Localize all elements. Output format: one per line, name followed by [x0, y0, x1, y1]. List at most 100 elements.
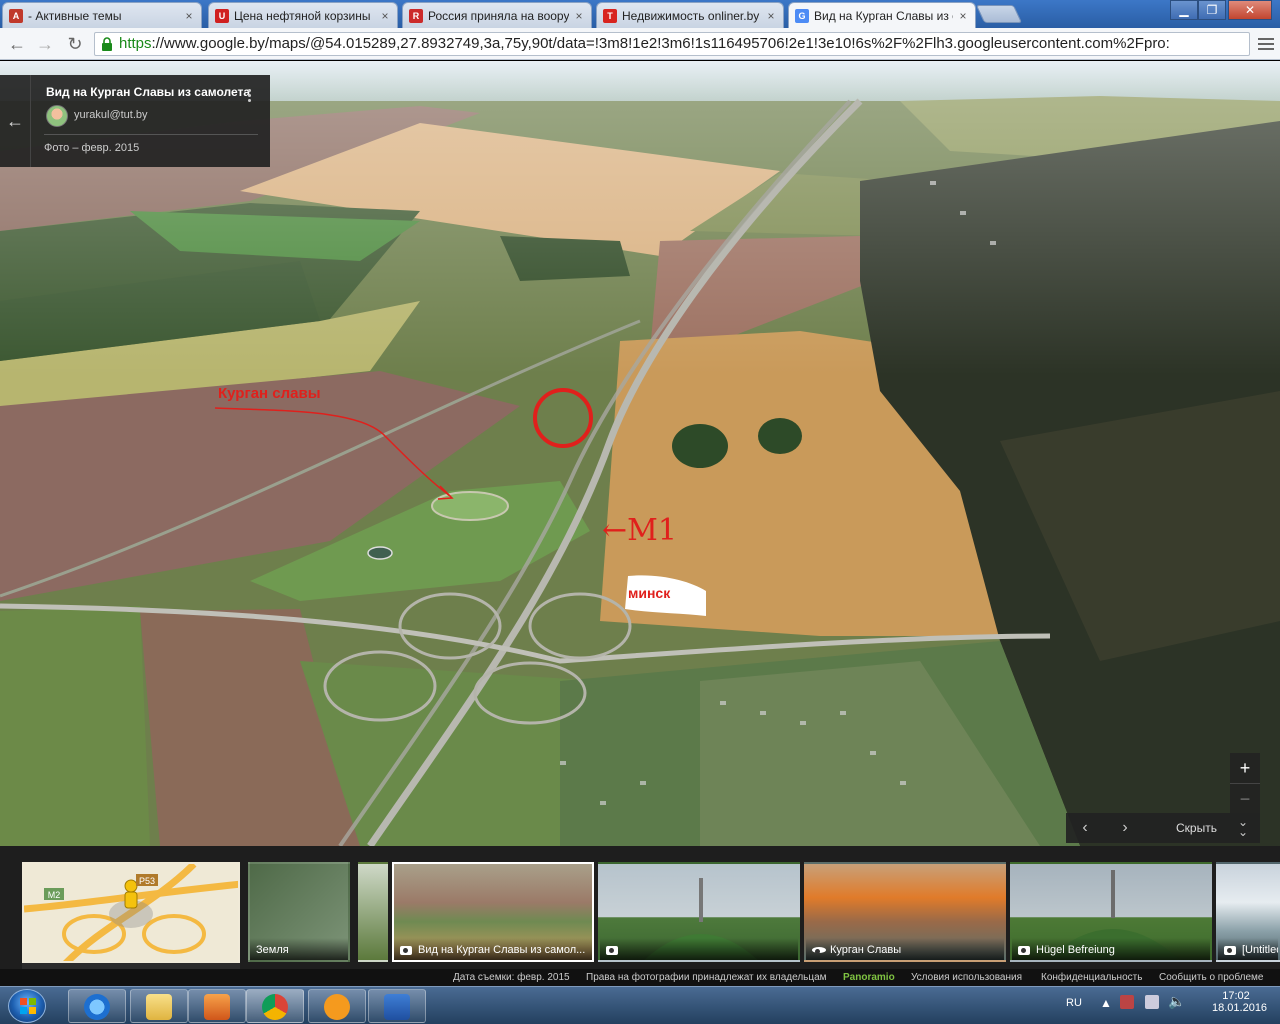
- volume-icon[interactable]: 🔈: [1168, 993, 1185, 1010]
- tray-arrow-icon[interactable]: ▲: [1100, 996, 1112, 1010]
- road-badge-p53: P53: [139, 876, 155, 886]
- windows-taskbar: RU ▲ 🔈 17:02 18.01.2016: [0, 986, 1280, 1024]
- more-options-icon[interactable]: [248, 87, 252, 104]
- thumb-label: [600, 938, 798, 960]
- tab-onliner[interactable]: T Недвижимость onliner.by ×: [596, 2, 784, 28]
- photo-navigation: ‹ › Скрыть ⌄ ⌄: [1066, 813, 1260, 843]
- zoom-in-button[interactable]: +: [1230, 753, 1260, 783]
- report-problem-link[interactable]: Сообщить о проблеме: [1159, 972, 1263, 983]
- clock[interactable]: 17:02 18.01.2016: [1212, 990, 1267, 1014]
- aerial-photo-view[interactable]: ← Вид на Курган Славы из самолета yuraku…: [0, 61, 1280, 846]
- clock-time: 17:02: [1222, 990, 1250, 1002]
- thumb-label: Курган Славы: [806, 938, 1004, 960]
- aerial-photo[interactable]: [0, 61, 1280, 846]
- camera-icon: [606, 946, 618, 955]
- annotation-kurgan: Курган славы: [218, 385, 321, 402]
- hugel-photo-thumbnail[interactable]: Hügel Befreiung: [1010, 862, 1212, 962]
- taskbar-odnoklassniki[interactable]: [308, 989, 366, 1023]
- new-tab-button[interactable]: [975, 5, 1023, 23]
- thumb-label: [Untitled]: [1218, 938, 1278, 960]
- previous-photo-button[interactable]: ‹: [1074, 817, 1096, 839]
- partial-thumbnail[interactable]: [358, 862, 388, 962]
- minimize-button[interactable]: ▁: [1170, 0, 1198, 20]
- photo-author[interactable]: yurakul@tut.by: [74, 109, 148, 121]
- audi-favicon-icon: A: [9, 8, 23, 23]
- taskbar-explorer[interactable]: [130, 989, 188, 1023]
- untitled-photo-thumbnail[interactable]: [Untitled]: [1216, 862, 1280, 962]
- thumb-label: Земля: [250, 938, 348, 960]
- close-icon[interactable]: ×: [765, 9, 777, 23]
- taskbar-internet-explorer[interactable]: [68, 989, 126, 1023]
- windows-start-button[interactable]: [8, 989, 46, 1023]
- camera-icon: [1224, 946, 1236, 955]
- road-badge-m2: M2: [48, 890, 61, 900]
- tab-title: Цена нефтяной корзины: [234, 8, 371, 23]
- next-photo-button[interactable]: ›: [1114, 817, 1136, 839]
- windows-logo-icon: [20, 998, 36, 1014]
- chrome-menu-icon[interactable]: [1258, 35, 1274, 53]
- tab-russia[interactable]: R Россия приняла на воору ×: [402, 2, 592, 28]
- reload-icon[interactable]: ↻: [64, 33, 86, 55]
- panorama-icon: [812, 947, 826, 954]
- earth-thumbnail[interactable]: Земля: [248, 862, 350, 962]
- forward-arrow-icon[interactable]: →: [34, 33, 56, 55]
- onliner-favicon-icon: T: [603, 8, 617, 23]
- annotation-minsk: минск: [628, 585, 671, 601]
- tab-title: Недвижимость onliner.by: [622, 8, 760, 23]
- thumb-label: Hügel Befreiung: [1012, 938, 1210, 960]
- photo-info-card: ← Вид на Курган Славы из самолета yuraku…: [0, 75, 270, 167]
- back-arrow-icon[interactable]: ←: [6, 111, 24, 132]
- monument-photo-thumbnail[interactable]: [598, 862, 800, 962]
- close-icon[interactable]: ×: [957, 9, 969, 23]
- maximize-button[interactable]: ❐: [1198, 0, 1226, 20]
- privacy-link[interactable]: Конфиденциальность: [1041, 972, 1142, 983]
- panoramio-logo[interactable]: Panoramio: [843, 972, 895, 983]
- taskbar-media-player[interactable]: [188, 989, 246, 1023]
- photo-title: Вид на Курган Славы из самолета: [46, 85, 251, 99]
- capture-date: Дата съемки: февр. 2015: [453, 972, 570, 983]
- tab-title: - Активные темы: [28, 8, 122, 23]
- taskbar-chrome[interactable]: [246, 989, 304, 1023]
- tab-google-maps[interactable]: G Вид на Курган Славы из с ×: [788, 2, 976, 29]
- map-thumbnail[interactable]: M2 P53: [22, 862, 240, 963]
- camera-icon: [1018, 946, 1030, 955]
- close-icon[interactable]: ×: [573, 9, 585, 23]
- folder-icon: [146, 994, 172, 1020]
- google-maps-favicon-icon: G: [795, 9, 809, 23]
- internet-explorer-icon: [84, 994, 110, 1020]
- tab-oil-price[interactable]: U Цена нефтяной корзины ×: [208, 2, 398, 28]
- camera-icon: [400, 946, 412, 955]
- tab-active-topics[interactable]: A - Активные темы ×: [2, 2, 202, 28]
- annotation-m1: ←M1: [602, 513, 677, 548]
- close-icon[interactable]: ×: [183, 9, 195, 23]
- photo-rights-link[interactable]: Права на фотографии принадлежат их владе…: [586, 972, 827, 983]
- odnoklassniki-icon: [324, 994, 350, 1020]
- word-icon: [384, 994, 410, 1020]
- terms-link[interactable]: Условия использования: [911, 972, 1022, 983]
- zoom-control: + −: [1230, 753, 1260, 813]
- tab-title: Россия приняла на воору: [428, 8, 569, 23]
- address-bar[interactable]: https://www.google.by/maps/@54.015289,27…: [94, 32, 1250, 56]
- language-indicator[interactable]: RU: [1066, 997, 1082, 1009]
- action-center-icon[interactable]: [1145, 995, 1159, 1009]
- aerial-photo-thumbnail[interactable]: Вид на Курган Славы из самол...: [392, 862, 594, 962]
- hide-filmstrip-button[interactable]: Скрыть: [1176, 821, 1217, 835]
- close-icon[interactable]: ×: [379, 9, 391, 23]
- zoom-out-button[interactable]: −: [1230, 783, 1260, 813]
- photo-filmstrip: M2 P53 Вернуться к карте Земля Вид на Ку…: [0, 846, 1280, 986]
- lock-icon: [102, 37, 112, 51]
- avatar[interactable]: [46, 105, 68, 127]
- close-window-button[interactable]: ✕: [1228, 0, 1272, 20]
- url-text: ://www.google.by/maps/@54.015289,27.8932…: [151, 35, 1170, 52]
- taskbar-word[interactable]: [368, 989, 426, 1023]
- screen: A - Активные темы × U Цена нефтяной корз…: [0, 0, 1280, 1024]
- photo-date: Фото – февр. 2015: [44, 142, 140, 154]
- browser-toolbar: ← → ↻ https://www.google.by/maps/@54.015…: [0, 28, 1280, 60]
- back-arrow-icon[interactable]: ←: [6, 33, 28, 55]
- card-divider-vertical: [30, 75, 31, 167]
- lips-favicon-icon: R: [409, 8, 423, 23]
- network-icon[interactable]: [1120, 995, 1134, 1009]
- minimap: M2 P53: [24, 864, 238, 961]
- panorama-thumbnail[interactable]: Курган Славы: [804, 862, 1006, 962]
- collapse-chevron-icon[interactable]: ⌄ ⌄: [1238, 816, 1248, 838]
